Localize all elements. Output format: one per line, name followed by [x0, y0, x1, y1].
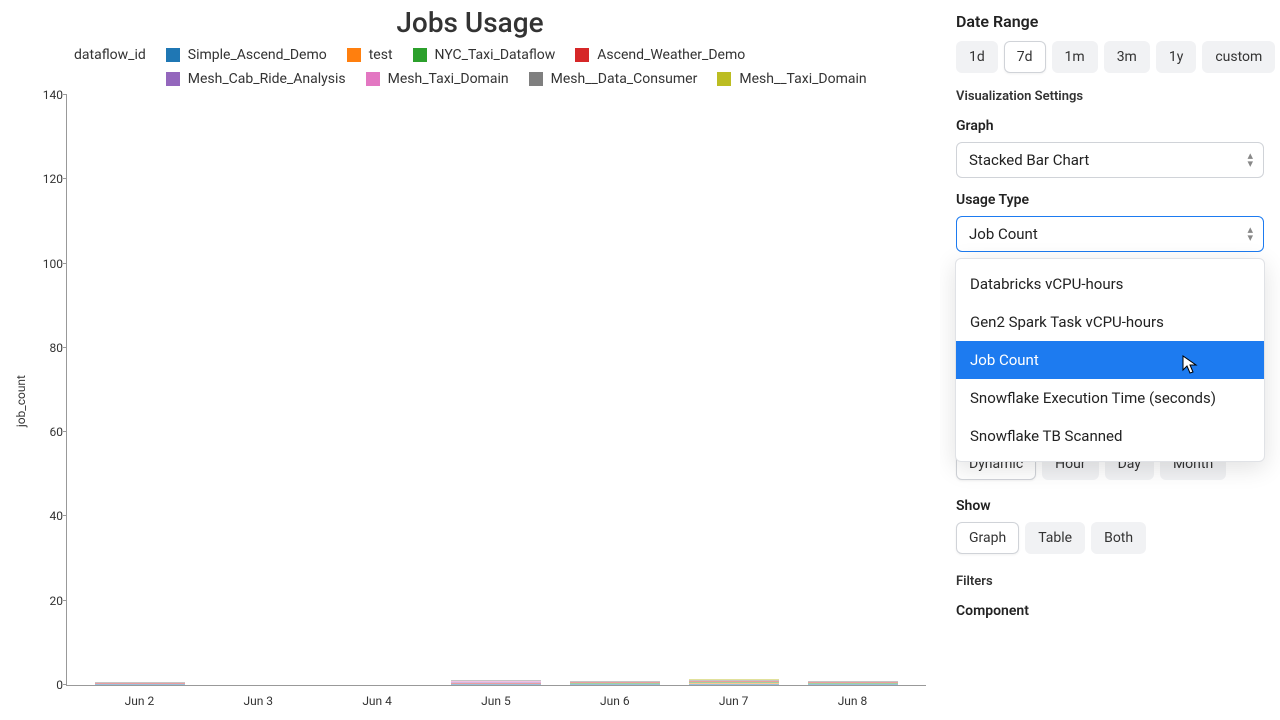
legend-swatch	[166, 48, 180, 62]
chart-legend: dataflow_id Simple_Ascend_Demo test NYC_Ta…	[74, 47, 926, 87]
legend-item[interactable]: NYC_Taxi_Dataflow	[413, 47, 556, 63]
legend-swatch	[575, 48, 589, 62]
usage-type-value: Job Count	[969, 225, 1038, 243]
legend-label: Mesh_Cab_Ride_Analysis	[188, 71, 346, 87]
date-range-1d[interactable]: 1d	[956, 41, 998, 73]
graph-type-select[interactable]: Stacked Bar Chart ▴▾	[956, 142, 1264, 178]
settings-panel: Date Range 1d7d1m3m1ycustom Visualizatio…	[940, 0, 1280, 720]
chart-pane: Jobs Usage dataflow_id Simple_Ascend_Dem…	[0, 0, 940, 720]
y-tick-label: 120	[33, 172, 63, 186]
bar-segment[interactable]	[808, 684, 898, 685]
legend-swatch	[166, 72, 180, 86]
x-tick-label: Jun 5	[451, 694, 541, 708]
y-tick-label: 140	[33, 88, 63, 102]
legend-swatch	[413, 48, 427, 62]
usage-type-label: Usage Type	[956, 192, 1264, 208]
x-tick-label: Jun 7	[689, 694, 779, 708]
bar-segment[interactable]	[451, 684, 541, 685]
show-group: GraphTableBoth	[956, 522, 1264, 554]
legend-item[interactable]: Mesh_Taxi_Domain	[366, 71, 509, 87]
show-label: Show	[956, 498, 1264, 514]
legend-swatch	[529, 72, 543, 86]
show-option-graph[interactable]: Graph	[956, 522, 1019, 554]
bar[interactable]	[570, 681, 660, 685]
legend-swatch	[366, 72, 380, 86]
x-tick-label: Jun 6	[570, 694, 660, 708]
usage-type-option[interactable]: Snowflake Execution Time (seconds)	[956, 379, 1264, 417]
bar[interactable]	[95, 682, 185, 685]
date-range-group: 1d7d1m3m1ycustom	[956, 41, 1264, 73]
legend-item[interactable]: Mesh_Cab_Ride_Analysis	[166, 71, 346, 87]
y-tick-label: 60	[33, 425, 63, 439]
usage-type-option[interactable]: Job Count	[956, 341, 1264, 379]
date-range-1y[interactable]: 1y	[1156, 41, 1197, 73]
x-axis: Jun 2 Jun 3 Jun 4 Jun 5 Jun 6 Jun 7 Jun 8	[66, 688, 926, 708]
bar[interactable]	[451, 680, 541, 685]
legend-item[interactable]: test	[347, 47, 393, 63]
filters-heading: Filters	[956, 574, 1264, 589]
legend-swatch	[347, 48, 361, 62]
date-range-3m[interactable]: 3m	[1104, 41, 1150, 73]
show-option-table[interactable]: Table	[1025, 522, 1085, 554]
date-range-heading: Date Range	[956, 12, 1264, 31]
legend-swatch	[717, 72, 731, 86]
usage-type-dropdown: Databricks vCPU-hoursGen2 Spark Task vCP…	[955, 258, 1265, 462]
date-range-7d[interactable]: 7d	[1004, 41, 1046, 73]
chevrons-icon: ▴▾	[1247, 152, 1253, 168]
legend-label: Mesh__Taxi_Domain	[739, 71, 866, 87]
y-tick-label: 40	[33, 509, 63, 523]
legend-label: Simple_Ascend_Demo	[188, 47, 327, 63]
date-range-custom[interactable]: custom	[1202, 41, 1275, 73]
component-label: Component	[956, 603, 1264, 619]
bar-segment[interactable]	[570, 684, 660, 685]
y-tick-label: 80	[33, 341, 63, 355]
bar[interactable]	[689, 679, 779, 685]
chart-plot-area[interactable]: 020406080100120140	[66, 95, 926, 686]
x-tick-label: Jun 4	[332, 694, 422, 708]
viz-settings-heading: Visualization Settings	[956, 89, 1264, 104]
legend-item[interactable]: Ascend_Weather_Demo	[575, 47, 745, 63]
legend-label: NYC_Taxi_Dataflow	[435, 47, 556, 63]
usage-type-option[interactable]: Databricks vCPU-hours	[956, 265, 1264, 303]
usage-type-select[interactable]: Job Count ▴▾	[956, 216, 1264, 252]
date-range-1m[interactable]: 1m	[1052, 41, 1098, 73]
legend-item[interactable]: Mesh__Data_Consumer	[529, 71, 698, 87]
legend-title: dataflow_id	[74, 47, 146, 63]
show-option-both[interactable]: Both	[1091, 522, 1146, 554]
y-tick-label: 20	[33, 594, 63, 608]
usage-type-option[interactable]: Snowflake TB Scanned	[956, 417, 1264, 455]
y-axis-label: job_count	[14, 375, 28, 427]
x-tick-label: Jun 8	[807, 694, 897, 708]
bar[interactable]	[808, 681, 898, 685]
legend-label: Mesh_Taxi_Domain	[388, 71, 509, 87]
legend-item[interactable]: Mesh__Taxi_Domain	[717, 71, 866, 87]
x-tick-label: Jun 2	[94, 694, 184, 708]
y-tick-label: 0	[33, 678, 63, 692]
legend-label: Ascend_Weather_Demo	[597, 47, 745, 63]
graph-label: Graph	[956, 118, 1264, 134]
chevrons-icon: ▴▾	[1247, 226, 1253, 242]
graph-type-value: Stacked Bar Chart	[969, 151, 1089, 169]
legend-item[interactable]: Simple_Ascend_Demo	[166, 47, 327, 63]
usage-type-option[interactable]: Gen2 Spark Task vCPU-hours	[956, 303, 1264, 341]
legend-label: Mesh__Data_Consumer	[551, 71, 698, 87]
bar-segment[interactable]	[95, 684, 185, 685]
legend-label: test	[369, 47, 393, 63]
bar-segment[interactable]	[689, 684, 779, 685]
y-tick-label: 100	[33, 257, 63, 271]
chart-title: Jobs Usage	[14, 6, 926, 39]
x-tick-label: Jun 3	[213, 694, 303, 708]
